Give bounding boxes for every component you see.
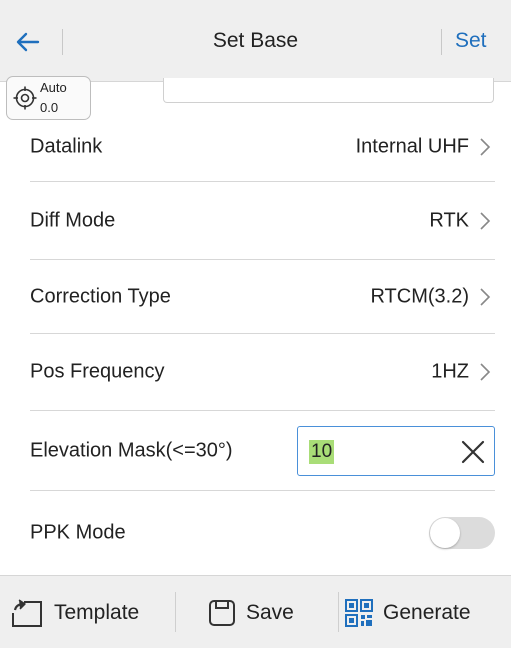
- row-diff-mode[interactable]: Diff Mode RTK: [30, 182, 495, 260]
- toolbar-divider: [338, 592, 339, 632]
- scrolled-field[interactable]: [163, 78, 494, 103]
- row-label: Datalink: [30, 135, 103, 157]
- template-icon: [12, 598, 42, 627]
- ppk-mode-toggle[interactable]: [429, 517, 495, 549]
- row-value: RTCM(3.2): [370, 285, 469, 307]
- template-button[interactable]: Template: [10, 576, 170, 648]
- row-label: Elevation Mask(<=30°): [30, 439, 233, 461]
- chevron-right-icon: [480, 211, 491, 230]
- row-label: Diff Mode: [30, 209, 116, 231]
- qr-code-icon: [345, 598, 373, 627]
- row-elevation-mask: Elevation Mask(<=30°) 10: [30, 411, 495, 491]
- chevron-right-icon: [480, 287, 491, 306]
- row-correction-type[interactable]: Correction Type RTCM(3.2): [30, 260, 495, 334]
- row-value: Internal UHF: [355, 135, 469, 157]
- bottom-toolbar: Template Save Generate: [0, 575, 511, 648]
- clear-icon[interactable]: [460, 439, 486, 465]
- gnss-value-text: 0.0: [40, 100, 59, 115]
- elevation-mask-input[interactable]: 10: [297, 425, 495, 476]
- chevron-right-icon: [480, 137, 491, 156]
- toggle-knob: [430, 518, 460, 548]
- row-datalink[interactable]: Datalink Internal UHF: [30, 112, 495, 182]
- header-divider-right: [441, 29, 442, 55]
- toolbar-divider: [175, 592, 176, 632]
- gnss-status-widget[interactable]: Auto 0.0: [6, 76, 91, 120]
- save-button[interactable]: Save: [208, 576, 328, 648]
- generate-label: Generate: [383, 600, 471, 624]
- row-ppk-mode: PPK Mode: [30, 491, 495, 575]
- save-label: Save: [246, 600, 294, 624]
- set-button[interactable]: Set: [455, 29, 487, 53]
- chevron-right-icon: [480, 363, 491, 381]
- save-icon: [209, 599, 235, 626]
- row-value: RTK: [429, 209, 469, 231]
- row-label: PPK Mode: [30, 521, 126, 544]
- row-label: Correction Type: [30, 285, 171, 307]
- gnss-mode-text: Auto: [40, 80, 67, 95]
- row-label: Pos Frequency: [30, 360, 165, 383]
- generate-button[interactable]: Generate: [345, 576, 511, 648]
- header-bar: Set Base Set: [0, 0, 511, 82]
- template-label: Template: [54, 600, 140, 624]
- target-icon: [13, 86, 37, 110]
- row-pos-frequency[interactable]: Pos Frequency 1HZ: [30, 334, 495, 411]
- elevation-mask-value[interactable]: 10: [309, 439, 335, 464]
- row-value: 1HZ: [431, 360, 469, 383]
- page-title: Set Base: [212, 29, 299, 52]
